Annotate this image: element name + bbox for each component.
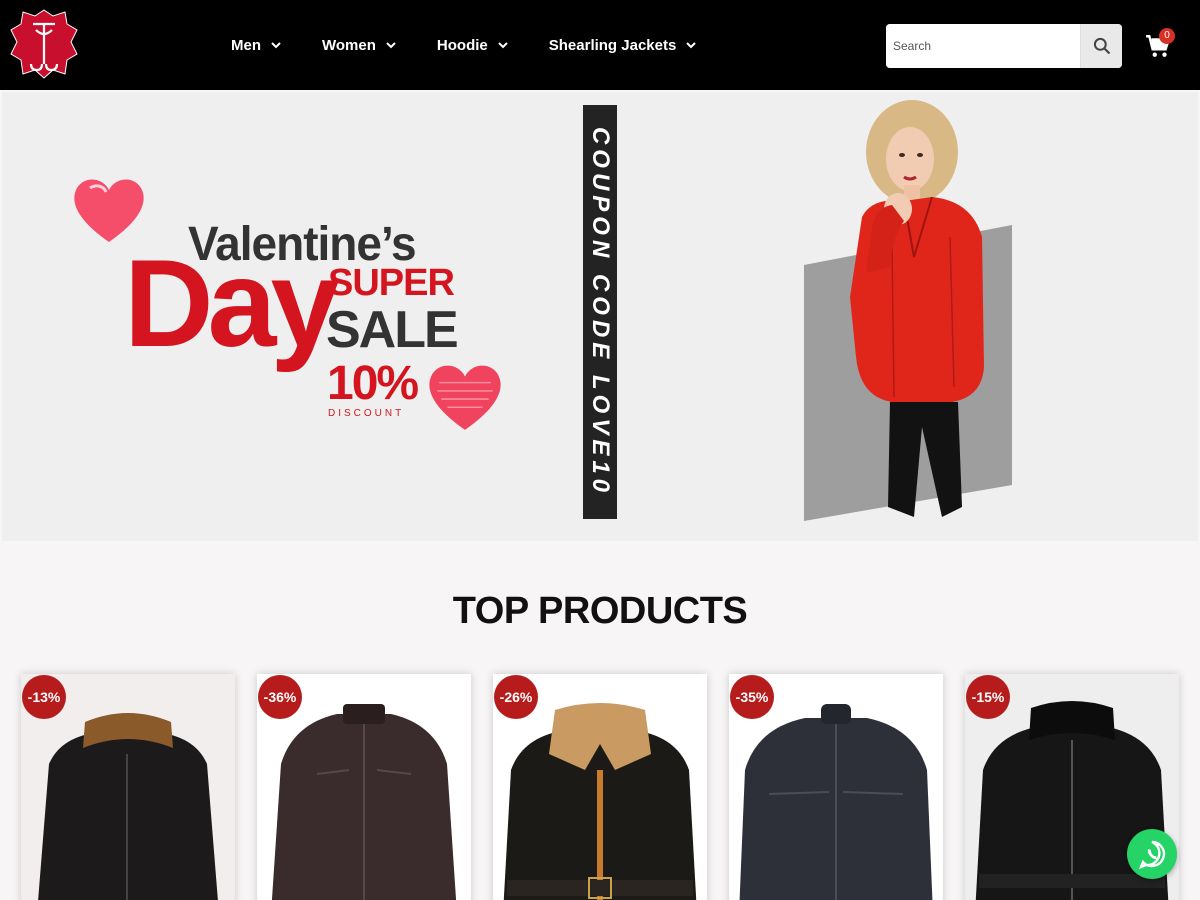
hero-headline-day: Day (124, 235, 339, 373)
leather-hide-logo-icon[interactable] (9, 8, 79, 80)
nav-item-hoodie[interactable]: Hoodie (437, 37, 509, 54)
section-title: TOP PRODUCTS (452, 590, 748, 632)
nav-item-label: Women (322, 36, 376, 54)
whatsapp-chat-button[interactable] (1127, 829, 1177, 879)
nav-item-women[interactable]: Women (322, 37, 397, 54)
search-form (886, 24, 1122, 68)
discount-badge: -13% (22, 675, 66, 719)
nav-item-men[interactable]: Men (231, 37, 282, 54)
product-card[interactable]: -13% (21, 674, 235, 900)
site-header: Men Women Hoodie Shearling Jackets Searc… (0, 0, 1200, 90)
product-card[interactable]: -36% (257, 674, 471, 900)
discount-badge: -36% (258, 675, 302, 719)
whatsapp-icon (1138, 840, 1166, 869)
chevron-down-icon (686, 42, 697, 49)
nav-item-label: Men (231, 36, 261, 54)
nav-item-label: Hoodie (436, 36, 488, 54)
nav-item-shearling-jackets[interactable]: Shearling Jackets (549, 37, 698, 54)
main-nav: Men Women Hoodie Shearling Jackets (231, 0, 737, 90)
model-red-leather-jacket-image (850, 100, 984, 517)
coupon-code-text: COUPON CODE LOVE10 (587, 126, 614, 498)
product-card[interactable]: -35% (729, 674, 943, 900)
hero-headline-super: SUPER (328, 262, 455, 304)
search-icon (1093, 37, 1110, 55)
chevron-down-icon (271, 42, 281, 49)
product-card[interactable]: -26% (493, 674, 707, 900)
hero-discount-percent: 10% (327, 357, 419, 410)
chevron-down-icon (386, 42, 396, 49)
search-button[interactable] (1080, 24, 1122, 68)
coupon-code-strip: COUPON CODE LOVE10 (583, 105, 617, 519)
heart-icon (429, 365, 501, 430)
discount-badge: -15% (966, 675, 1010, 719)
discount-badge: -35% (730, 675, 774, 719)
hero-banner[interactable]: Valentine’s Day SUPER SALE 10% DISCOUNT … (2, 92, 1198, 541)
discount-badge: -26% (494, 675, 538, 719)
cart-count-badge: 0 (1159, 28, 1175, 44)
chevron-down-icon (498, 42, 508, 49)
search-input[interactable] (886, 24, 1080, 68)
hero-discount-label: DISCOUNT (328, 408, 405, 419)
nav-item-label: Shearling Jackets (548, 36, 677, 54)
hero-headline-sale: SALE (326, 301, 459, 359)
